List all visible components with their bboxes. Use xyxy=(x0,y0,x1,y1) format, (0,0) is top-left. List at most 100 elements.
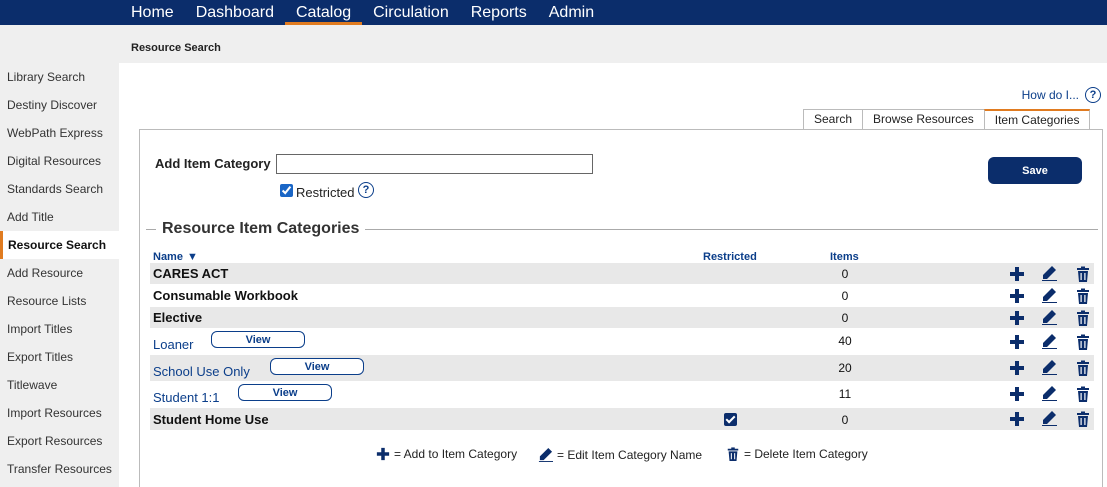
table-row: Elective 0 xyxy=(150,307,1094,328)
item-count: 0 xyxy=(841,413,849,427)
table-row: School Use Only View 20 xyxy=(150,355,1094,381)
category-name: Student Home Use xyxy=(153,412,269,427)
table-row: CARES ACT 0 xyxy=(150,263,1094,284)
sidebar-item-resource-lists[interactable]: Resource Lists xyxy=(0,287,119,315)
plus-icon[interactable] xyxy=(1009,360,1025,376)
legend-delete: = Delete Item Category xyxy=(726,447,868,461)
legend-add-label: = Add to Item Category xyxy=(394,447,518,461)
legend-edit-label: = Edit Item Category Name xyxy=(557,447,703,462)
table-row: Consumable Workbook 0 xyxy=(150,285,1094,306)
add-item-category-label: Add Item Category xyxy=(155,156,271,171)
pencil-icon[interactable] xyxy=(1041,385,1057,401)
sidebar-item-destiny-discover[interactable]: Destiny Discover xyxy=(0,91,119,119)
legend-edit: = Edit Item Category Name xyxy=(538,447,702,462)
sidebar-item-add-title[interactable]: Add Title xyxy=(0,203,119,231)
category-name: CARES ACT xyxy=(153,266,229,281)
plus-icon[interactable] xyxy=(1009,310,1025,326)
sidebar-item-webpath-express[interactable]: WebPath Express xyxy=(0,119,119,147)
sub-header: Resource Search xyxy=(0,25,1107,63)
nav-circulation[interactable]: Circulation xyxy=(362,0,460,25)
item-count: 0 xyxy=(841,289,849,303)
item-count: 11 xyxy=(838,387,852,401)
category-name: Elective xyxy=(153,310,203,325)
sidebar: Library Search Destiny Discover WebPath … xyxy=(0,63,119,487)
sort-descending-icon[interactable]: ▼ xyxy=(187,251,198,263)
breadcrumb: Resource Search xyxy=(131,42,221,54)
main-content: How do I... ? Search Browse Resources It… xyxy=(119,63,1107,487)
trash-icon[interactable] xyxy=(1075,310,1091,326)
sidebar-item-resource-search[interactable]: Resource Search xyxy=(0,231,119,259)
top-navigation-bar: Home Dashboard Catalog Circulation Repor… xyxy=(0,0,1107,25)
view-button[interactable]: View xyxy=(238,384,332,401)
column-header-restricted: Restricted xyxy=(703,251,757,263)
name-header-label[interactable]: Name xyxy=(153,251,183,263)
pencil-icon[interactable] xyxy=(1041,287,1057,303)
item-count: 40 xyxy=(838,334,852,348)
item-count: 20 xyxy=(838,361,852,375)
main-nav: Home Dashboard Catalog Circulation Repor… xyxy=(120,0,605,25)
plus-icon[interactable] xyxy=(1009,266,1025,282)
item-count: 0 xyxy=(841,311,849,325)
tab-search[interactable]: Search xyxy=(803,109,864,129)
plus-icon[interactable] xyxy=(1009,386,1025,402)
table-row: Student 1:1 View 11 xyxy=(150,381,1094,407)
item-count: 0 xyxy=(841,267,849,281)
pencil-icon[interactable] xyxy=(1041,265,1057,281)
restricted-label: Restricted xyxy=(296,185,355,200)
sidebar-item-add-resource[interactable]: Add Resource xyxy=(0,259,119,287)
nav-catalog[interactable]: Catalog xyxy=(284,0,363,25)
save-button[interactable]: Save xyxy=(988,157,1082,184)
view-button[interactable]: View xyxy=(270,358,364,375)
sidebar-item-library-search[interactable]: Library Search xyxy=(0,63,119,91)
plus-icon[interactable] xyxy=(1009,411,1025,427)
category-name-link[interactable]: Loaner xyxy=(153,337,193,352)
sidebar-item-titlewave[interactable]: Titlewave xyxy=(0,371,119,399)
trash-icon[interactable] xyxy=(1075,411,1091,427)
sidebar-item-export-titles[interactable]: Export Titles xyxy=(0,343,119,371)
add-item-category-input[interactable] xyxy=(276,154,593,174)
category-name: Consumable Workbook xyxy=(153,288,298,303)
trash-icon[interactable] xyxy=(1075,288,1091,304)
plus-icon[interactable] xyxy=(1009,334,1025,350)
pencil-icon xyxy=(538,447,553,462)
section-title: Resource Item Categories xyxy=(156,220,366,238)
help-label[interactable]: How do I... xyxy=(1022,88,1079,102)
table-row: Loaner View 40 xyxy=(150,329,1094,355)
pencil-icon[interactable] xyxy=(1041,309,1057,325)
sidebar-item-import-titles[interactable]: Import Titles xyxy=(0,315,119,343)
view-button[interactable]: View xyxy=(211,331,305,348)
sidebar-item-import-resources[interactable]: Import Resources xyxy=(0,399,119,427)
nav-home[interactable]: Home xyxy=(120,0,185,25)
trash-icon[interactable] xyxy=(1075,386,1091,402)
legend-delete-label: = Delete Item Category xyxy=(744,447,868,461)
legend-add: = Add to Item Category xyxy=(376,447,517,461)
trash-icon[interactable] xyxy=(1075,360,1091,376)
nav-reports[interactable]: Reports xyxy=(460,0,538,25)
tab-item-categories[interactable]: Item Categories xyxy=(983,109,1091,129)
tab-browse-resources[interactable]: Browse Resources xyxy=(862,109,985,129)
plus-icon xyxy=(376,447,390,461)
trash-icon xyxy=(727,447,739,461)
trash-icon[interactable] xyxy=(1075,334,1091,350)
pencil-icon[interactable] xyxy=(1041,410,1057,426)
nav-dashboard[interactable]: Dashboard xyxy=(185,0,285,25)
plus-icon[interactable] xyxy=(1009,288,1025,304)
pencil-icon[interactable] xyxy=(1041,359,1057,375)
restricted-checkbox[interactable] xyxy=(280,184,293,197)
sidebar-item-digital-resources[interactable]: Digital Resources xyxy=(0,147,119,175)
tab-bar: Search Browse Resources Item Categories xyxy=(803,109,1091,129)
sidebar-item-transfer-resources[interactable]: Transfer Resources xyxy=(0,455,119,483)
column-header-name[interactable]: Name ▼ xyxy=(153,251,198,263)
restricted-help-icon[interactable]: ? xyxy=(358,182,374,198)
sidebar-item-export-resources[interactable]: Export Resources xyxy=(0,427,119,455)
table-row: Student Home Use 0 xyxy=(150,408,1094,430)
trash-icon[interactable] xyxy=(1075,266,1091,282)
item-categories-panel: Add Item Category Restricted ? Save Reso… xyxy=(139,129,1103,487)
question-circle-icon[interactable]: ? xyxy=(1085,87,1101,103)
nav-admin[interactable]: Admin xyxy=(538,0,605,25)
category-name-link[interactable]: School Use Only xyxy=(153,364,250,379)
help-link[interactable]: How do I... ? xyxy=(1022,87,1101,103)
category-name-link[interactable]: Student 1:1 xyxy=(153,390,220,405)
pencil-icon[interactable] xyxy=(1041,333,1057,349)
sidebar-item-standards-search[interactable]: Standards Search xyxy=(0,175,119,203)
